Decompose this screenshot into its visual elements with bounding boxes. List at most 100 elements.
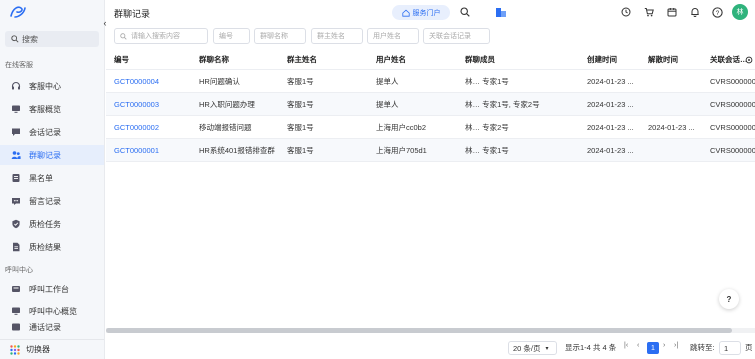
apps-grid-icon xyxy=(10,344,20,355)
row-name: HR问题确认 xyxy=(199,76,240,86)
sidebar-item-label: 质检任务 xyxy=(29,219,61,229)
floating-help-button[interactable]: ? xyxy=(719,289,739,309)
col-header-related-label: 关联会话… xyxy=(710,55,748,64)
sidebar-item-message-records[interactable]: 留言记录 xyxy=(0,191,104,211)
group-name-filter-input[interactable]: 群聊名称 xyxy=(254,28,306,44)
related-session-filter-placeholder: 关联会话记录 xyxy=(429,33,471,40)
owner-filter-placeholder: 群主姓名 xyxy=(317,33,345,40)
sidebar-item-qa-results[interactable]: 质检结果 xyxy=(0,237,104,257)
page-size-value: 20 条/页 xyxy=(513,343,541,353)
sidebar-item-session-records[interactable]: 会话记录 xyxy=(0,122,104,142)
sidebar-item-label: 留言记录 xyxy=(29,196,61,206)
sidebar-item-call-workbench[interactable]: 呼叫工作台 xyxy=(0,279,104,299)
col-header-members[interactable]: 群聊成员 xyxy=(465,50,495,69)
prev-page-icon[interactable]: ‹ xyxy=(637,342,639,349)
service-portal-button[interactable]: 服务门户 xyxy=(392,5,450,20)
row-user: 上海用户705d1 xyxy=(376,145,427,155)
related-session-filter-input[interactable]: 关联会话记录 xyxy=(423,28,490,44)
time-icon[interactable] xyxy=(620,6,632,18)
row-user: 提单人 xyxy=(376,99,399,109)
blacklist-icon xyxy=(11,173,21,183)
sidebar-item-qa-tasks[interactable]: 质检任务 xyxy=(0,214,104,234)
goto-suffix: 页 xyxy=(745,343,753,352)
table-row[interactable]: GCT0000002 移动端报错问题 客服1号 上海用户cc0b2 林… 专家2… xyxy=(106,116,755,139)
page-button-current[interactable]: 1 xyxy=(647,342,659,354)
row-owner: 客服1号 xyxy=(287,122,314,132)
phone-desk-icon xyxy=(11,284,21,294)
table-horizontal-scrollbar[interactable] xyxy=(106,328,755,333)
id-filter-input[interactable]: 编号 xyxy=(213,28,250,44)
next-page-icon[interactable]: › xyxy=(663,342,665,349)
row-created: 2024-01-23 ... xyxy=(587,145,634,155)
group-name-filter-placeholder: 群聊名称 xyxy=(260,33,288,40)
avatar[interactable]: 林 xyxy=(732,4,748,20)
row-members: 林… 专家1号 xyxy=(465,76,509,86)
col-header-owner[interactable]: 群主姓名 xyxy=(287,50,317,69)
service-portal-label: 服务门户 xyxy=(412,9,441,17)
sidebar-item-label: 通话记录 xyxy=(29,323,61,332)
col-header-user[interactable]: 用户姓名 xyxy=(376,50,406,69)
switcher-label: 切换器 xyxy=(26,345,50,354)
col-header-created[interactable]: 创建时间 xyxy=(587,50,617,69)
app-switcher[interactable]: 切换器 xyxy=(0,339,104,359)
calendar-icon[interactable] xyxy=(666,6,678,18)
search-placeholder: 请输入搜索内容 xyxy=(131,33,180,40)
last-page-icon[interactable]: ›| xyxy=(674,342,678,349)
sidebar-item-label: 客服中心 xyxy=(29,81,61,91)
search-button[interactable] xyxy=(459,6,471,18)
help-icon[interactable]: ? xyxy=(711,6,723,18)
search-input[interactable]: 请输入搜索内容 xyxy=(114,28,208,44)
row-related: CVRS000000 xyxy=(710,122,755,132)
app-logo-icon[interactable] xyxy=(9,5,27,19)
col-header-dissolved[interactable]: 解散时间 xyxy=(648,50,678,69)
sidebar-item-call-overview[interactable]: 呼叫中心概览 xyxy=(0,301,104,321)
col-header-id[interactable]: 编号 xyxy=(114,50,129,69)
user-filter-input[interactable]: 用户姓名 xyxy=(367,28,419,44)
sidebar-item-service-center[interactable]: 客服中心 xyxy=(0,76,104,96)
row-owner: 客服1号 xyxy=(287,76,314,86)
row-id-link[interactable]: GCT0000001 xyxy=(114,139,159,161)
row-name: 移动端报错问题 xyxy=(199,122,252,132)
row-id-link[interactable]: GCT0000002 xyxy=(114,116,159,138)
bell-icon[interactable] xyxy=(689,6,701,18)
sidebar-item-label: 质检结果 xyxy=(29,242,61,252)
document-icon xyxy=(11,242,21,252)
row-id-link[interactable]: GCT0000004 xyxy=(114,70,159,92)
goto-page-input[interactable]: 1 xyxy=(719,341,741,355)
sidebar-item-service-overview[interactable]: 客服概览 xyxy=(0,99,104,119)
sidebar-item-label: 呼叫中心概览 xyxy=(29,306,77,316)
table-row[interactable]: GCT0000003 HR入职问题办理 客服1号 提单人 林… 专家1号, 专家… xyxy=(106,93,755,116)
top-bar: 群聊记录 服务门户 ? 林 xyxy=(106,0,755,24)
sidebar: 搜索 在线客服 客服中心 客服概览 会话记录 群聊记录 黑名单 留言记录 质检任… xyxy=(0,0,105,359)
user-filter-placeholder: 用户姓名 xyxy=(373,33,401,40)
row-id-link[interactable]: GCT0000003 xyxy=(114,93,159,115)
row-members: 林… 专家1号, 专家2号 xyxy=(465,99,540,109)
org-building-icon[interactable] xyxy=(495,6,507,18)
owner-filter-input[interactable]: 群主姓名 xyxy=(311,28,363,44)
sidebar-search[interactable]: 搜索 xyxy=(5,31,99,47)
settings-gear-icon[interactable] xyxy=(745,50,753,69)
scrollbar-thumb[interactable] xyxy=(106,328,732,333)
sidebar-item-group-chat-records[interactable]: 群聊记录 xyxy=(0,145,104,165)
monitor-icon xyxy=(11,104,21,114)
row-created: 2024-01-23 ... xyxy=(587,99,634,109)
sidebar-item-label: 客服概览 xyxy=(29,104,61,114)
row-user: 上海用户cc0b2 xyxy=(376,122,427,132)
group-icon xyxy=(11,150,21,160)
first-page-icon[interactable]: |‹ xyxy=(624,342,628,349)
table-row[interactable]: GCT0000004 HR问题确认 客服1号 提单人 林… 专家1号 2024-… xyxy=(106,70,755,93)
goto-label: 跳转至: xyxy=(690,343,715,352)
row-members: 林… 专家1号 xyxy=(465,145,509,155)
sidebar-group-title-call: 呼叫中心 xyxy=(5,267,33,274)
page-size-select[interactable]: 20 条/页 ▾ xyxy=(508,341,557,355)
sidebar-item-call-records[interactable]: 通话记录 xyxy=(0,322,104,336)
row-name: HR系统401报错排查群 xyxy=(199,145,275,155)
row-owner: 客服1号 xyxy=(287,145,314,155)
table-header: 编号 群聊名称 群主姓名 用户姓名 群聊成员 创建时间 解散时间 关联会话… xyxy=(106,50,755,70)
row-related: CVRS000000 xyxy=(710,99,755,109)
table-row[interactable]: GCT0000001 HR系统401报错排查群 客服1号 上海用户705d1 林… xyxy=(106,139,755,162)
row-members: 林… 专家2号 xyxy=(465,122,509,132)
sidebar-item-blacklist[interactable]: 黑名单 xyxy=(0,168,104,188)
col-header-name[interactable]: 群聊名称 xyxy=(199,50,229,69)
cart-icon[interactable] xyxy=(643,6,655,18)
